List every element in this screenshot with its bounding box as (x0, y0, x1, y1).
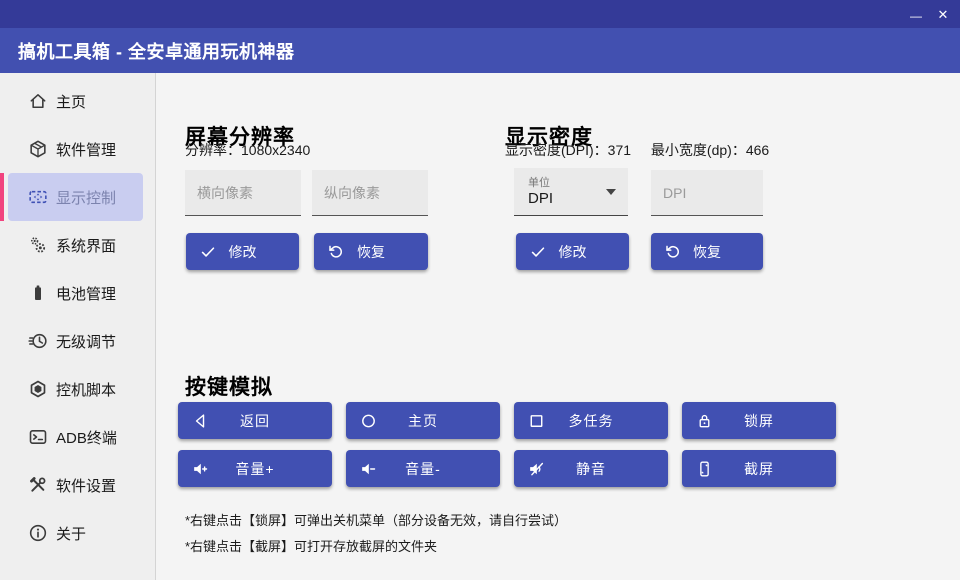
volume-down-icon (359, 459, 378, 478)
hexagon-icon (28, 379, 48, 399)
key-button-label: 多任务 (569, 411, 614, 431)
home-icon (28, 91, 48, 111)
recents-icon (527, 411, 546, 430)
dpi-value: 371 (608, 142, 631, 158)
display-icon (28, 187, 48, 207)
key-button-label: 静音 (576, 459, 606, 479)
sidebar-item-about[interactable]: 关于 (0, 509, 155, 557)
unit-select-value: DPI (528, 190, 553, 207)
sidebar-item-display-control[interactable]: 显示控制 (8, 173, 143, 221)
check-icon (199, 243, 217, 261)
density-info: 显示密度(DPI)：371 最小宽度(dp)：466 (505, 140, 769, 160)
density-modify-label: 修改 (559, 242, 587, 262)
key-button-label: 锁屏 (744, 411, 774, 431)
key-simulation-title: 按键模拟 (185, 371, 273, 401)
sidebar-item-home[interactable]: 主页 (0, 77, 155, 125)
mute-icon (527, 459, 546, 478)
resolution-modify-button[interactable]: 修改 (186, 233, 299, 270)
back-button[interactable]: 返回 (178, 402, 332, 439)
unit-select-label: 单位 (528, 174, 550, 190)
mute-button[interactable]: 静音 (514, 450, 668, 487)
dpi-label: 显示密度(DPI)： (505, 142, 608, 158)
recents-button[interactable]: 多任务 (514, 402, 668, 439)
sidebar-item-control-script[interactable]: 控机脚本 (0, 365, 155, 413)
keysim-row-1: 返回 主页 多任务 锁屏 (178, 402, 836, 439)
resolution-label: 分辨率： (185, 142, 241, 158)
screenshot-icon (695, 459, 714, 478)
home-button[interactable]: 主页 (346, 402, 500, 439)
sidebar-item-label: 软件管理 (56, 139, 116, 160)
sidebar-item-label: 电池管理 (56, 283, 116, 304)
sidebar-item-label: 显示控制 (56, 187, 116, 208)
titlebar: — ✕ (0, 0, 960, 28)
minimize-button[interactable]: — (902, 2, 930, 30)
width-pixels-input[interactable] (185, 170, 301, 216)
min-width-value: 466 (746, 142, 769, 158)
density-restore-button[interactable]: 恢复 (651, 233, 763, 270)
terminal-icon (28, 427, 48, 447)
unit-select[interactable]: 单位 DPI (514, 168, 628, 216)
lockscreen-note: *右键点击【锁屏】可弹出关机菜单（部分设备无效，请自行尝试） (185, 510, 567, 529)
gears-icon (28, 235, 48, 255)
resolution-value: 1080x2340 (241, 142, 310, 158)
sidebar-item-app-settings[interactable]: 软件设置 (0, 461, 155, 509)
screenshot-note: *右键点击【截屏】可打开存放截屏的文件夹 (185, 536, 437, 555)
sidebar-item-adb-terminal[interactable]: ADB终端 (0, 413, 155, 461)
sidebar-item-label: ADB终端 (56, 427, 117, 448)
sidebar-item-label: 关于 (56, 523, 86, 544)
check-icon (529, 243, 547, 261)
key-button-label: 主页 (408, 411, 438, 431)
tune-clock-icon (28, 331, 48, 351)
chevron-down-icon (606, 189, 616, 195)
back-icon (191, 411, 210, 430)
key-button-label: 返回 (240, 411, 270, 431)
key-button-label: 截屏 (744, 459, 774, 479)
volume-down-button[interactable]: 音量- (346, 450, 500, 487)
info-icon (28, 523, 48, 543)
selected-indicator (0, 173, 4, 221)
package-icon (28, 139, 48, 159)
app-title: 搞机工具箱 - 全安卓通用玩机神器 (18, 38, 295, 64)
lock-icon (695, 411, 714, 430)
sidebar-item-label: 软件设置 (56, 475, 116, 496)
resolution-restore-label: 恢复 (357, 242, 385, 262)
density-restore-label: 恢复 (693, 242, 721, 262)
resolution-info: 分辨率：1080x2340 (185, 140, 310, 160)
keysim-row-2: 音量+ 音量- 静音 截屏 (178, 450, 836, 487)
density-modify-button[interactable]: 修改 (516, 233, 629, 270)
sidebar-item-app-manager[interactable]: 软件管理 (0, 125, 155, 173)
main-area: 主页软件管理显示控制系统界面电池管理无级调节控机脚本ADB终端软件设置关于 屏幕… (0, 73, 960, 580)
sidebar-item-label: 系统界面 (56, 235, 116, 256)
content-area: 屏幕分辨率 分辨率：1080x2340 修改 恢复 显示密度 显示密度(DPI)… (156, 73, 960, 580)
sidebar-item-label: 控机脚本 (56, 379, 116, 400)
key-button-label: 音量+ (235, 459, 274, 479)
sidebar: 主页软件管理显示控制系统界面电池管理无级调节控机脚本 ADB终端软件设置关于 (0, 73, 156, 580)
sidebar-item-label: 主页 (56, 91, 86, 112)
resolution-restore-button[interactable]: 恢复 (314, 233, 428, 270)
lock-screen-button[interactable]: 锁屏 (682, 402, 836, 439)
sidebar-item-stepless-adjust[interactable]: 无级调节 (0, 317, 155, 365)
min-width-label: 最小宽度(dp)： (651, 142, 746, 158)
key-button-label: 音量- (405, 459, 441, 479)
screenshot-button[interactable]: 截屏 (682, 450, 836, 487)
sidebar-item-system-ui[interactable]: 系统界面 (0, 221, 155, 269)
volume-up-icon (191, 459, 210, 478)
app-header: 搞机工具箱 - 全安卓通用玩机神器 (0, 28, 960, 73)
restore-icon (327, 243, 345, 261)
app-window: — ✕ 搞机工具箱 - 全安卓通用玩机神器 主页软件管理显示控制系统界面电池管理… (0, 0, 960, 580)
resolution-modify-label: 修改 (229, 242, 257, 262)
volume-up-button[interactable]: 音量+ (178, 450, 332, 487)
tools-icon (28, 475, 48, 495)
close-button[interactable]: ✕ (929, 0, 957, 28)
sidebar-item-battery-manager[interactable]: 电池管理 (0, 269, 155, 317)
home-circle-icon (359, 411, 378, 430)
battery-icon (28, 283, 48, 303)
dpi-input[interactable] (651, 170, 763, 216)
sidebar-item-label: 无级调节 (56, 331, 116, 352)
restore-icon (664, 243, 682, 261)
height-pixels-input[interactable] (312, 170, 428, 216)
